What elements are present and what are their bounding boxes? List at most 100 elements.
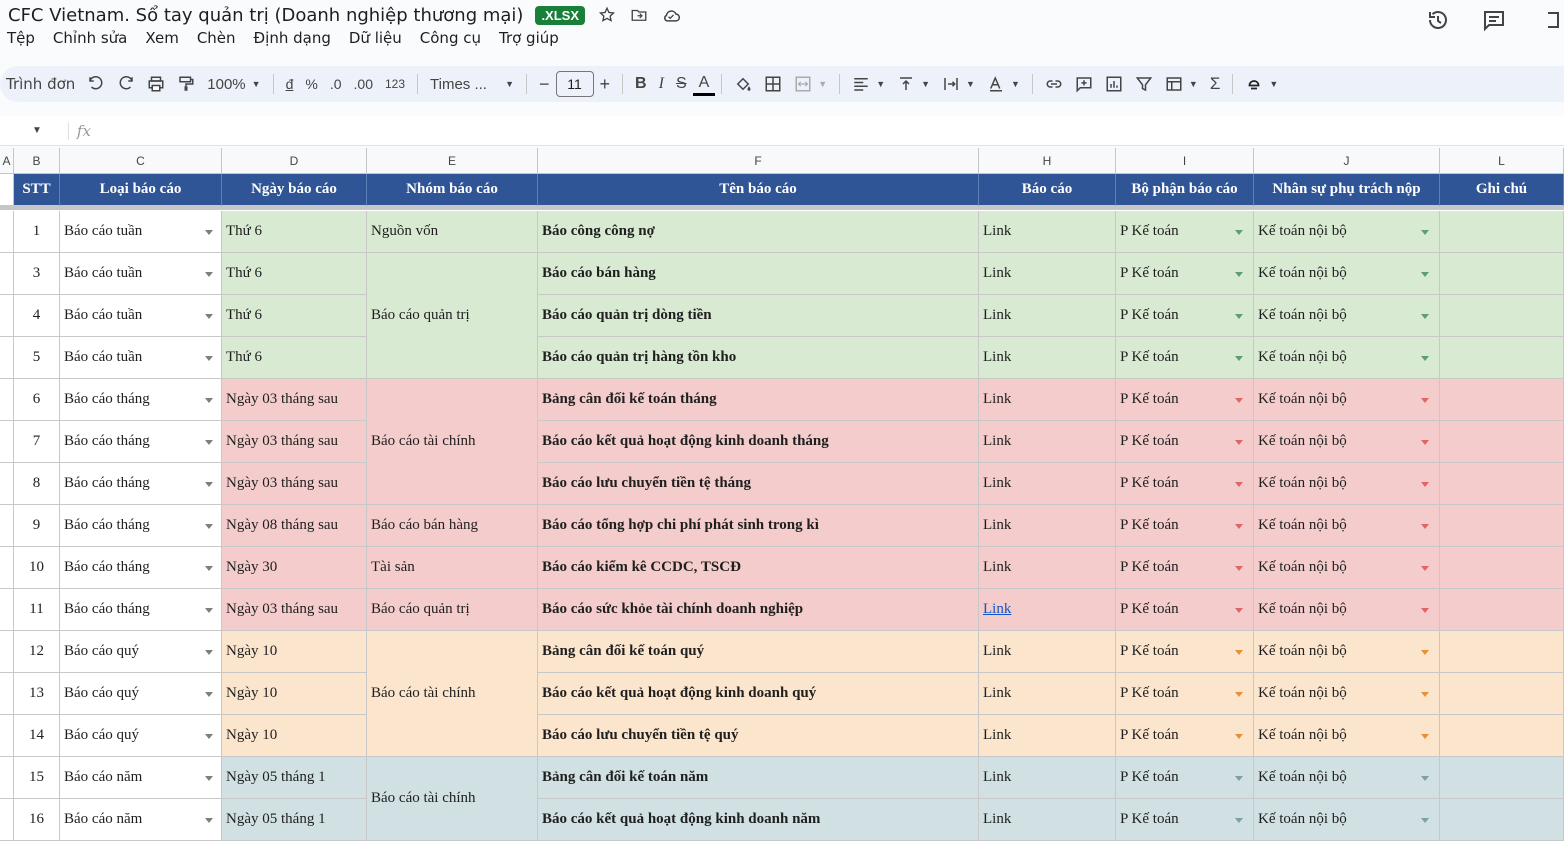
menu-data[interactable]: Dữ liệu: [349, 29, 402, 51]
report-link-cell[interactable]: Link: [979, 673, 1116, 715]
row-header-cell[interactable]: [0, 211, 14, 253]
dropdown-arrow-icon[interactable]: [205, 649, 213, 655]
dropdown-arrow-icon[interactable]: [1235, 817, 1243, 823]
row-header-cell[interactable]: [0, 673, 14, 715]
note-cell[interactable]: [1440, 505, 1564, 547]
note-cell[interactable]: [1440, 337, 1564, 379]
report-type-cell[interactable]: Báo cáo quý: [60, 673, 222, 715]
department-cell[interactable]: P Kế toán: [1116, 547, 1254, 589]
responsible-staff-cell[interactable]: Kế toán nội bộ: [1254, 715, 1440, 757]
report-name-cell[interactable]: Bảng cân đối kế toán quý: [538, 631, 979, 673]
report-type-cell[interactable]: Báo cáo tháng: [60, 379, 222, 421]
insert-link-icon[interactable]: [1039, 70, 1069, 98]
row-header-cell[interactable]: [0, 379, 14, 421]
dropdown-arrow-icon[interactable]: [1235, 229, 1243, 235]
dropdown-arrow-icon[interactable]: [205, 229, 213, 235]
row-header-cell[interactable]: [0, 547, 14, 589]
stt-cell[interactable]: 8: [14, 463, 60, 505]
report-group-cell[interactable]: Báo cáo tài chính: [367, 379, 538, 505]
dropdown-arrow-icon[interactable]: [1421, 775, 1429, 781]
department-cell[interactable]: P Kế toán: [1116, 505, 1254, 547]
dropdown-arrow-icon[interactable]: [205, 481, 213, 487]
dropdown-arrow-icon[interactable]: [1235, 313, 1243, 319]
stt-cell[interactable]: 16: [14, 799, 60, 841]
report-name-cell[interactable]: Báo cáo lưu chuyển tiền tệ tháng: [538, 463, 979, 505]
row-header-cell[interactable]: [0, 757, 14, 799]
dropdown-arrow-icon[interactable]: [1421, 607, 1429, 613]
dropdown-arrow-icon[interactable]: [205, 691, 213, 697]
document-title[interactable]: CFC Vietnam. Sổ tay quản trị (Doanh nghi…: [8, 5, 523, 26]
responsible-staff-cell[interactable]: Kế toán nội bộ: [1254, 547, 1440, 589]
insert-chart-icon[interactable]: [1099, 70, 1129, 98]
responsible-staff-cell[interactable]: Kế toán nội bộ: [1254, 631, 1440, 673]
column-header-a[interactable]: A: [0, 148, 14, 174]
move-folder-icon[interactable]: [629, 5, 649, 25]
note-cell[interactable]: [1440, 379, 1564, 421]
report-group-cell[interactable]: Tài sản: [367, 547, 538, 589]
responsible-staff-cell[interactable]: Kế toán nội bộ: [1254, 463, 1440, 505]
dropdown-arrow-icon[interactable]: [1235, 649, 1243, 655]
font-size-input[interactable]: 11: [555, 71, 594, 97]
dropdown-arrow-icon[interactable]: [1421, 649, 1429, 655]
report-group-cell[interactable]: Báo cáo tài chính: [367, 757, 538, 841]
cloud-status-icon[interactable]: [661, 5, 681, 25]
paint-format-icon[interactable]: [171, 70, 201, 98]
report-link-cell[interactable]: Link: [979, 715, 1116, 757]
report-link-cell[interactable]: Link: [979, 799, 1116, 841]
report-date-cell[interactable]: Ngày 05 tháng 1: [222, 757, 367, 799]
note-cell[interactable]: [1440, 547, 1564, 589]
dropdown-arrow-icon[interactable]: [205, 733, 213, 739]
fill-color-icon[interactable]: [728, 70, 758, 98]
menus-search-button[interactable]: Trình đơn: [0, 70, 81, 98]
dropdown-arrow-icon[interactable]: [1235, 565, 1243, 571]
dropdown-arrow-icon[interactable]: [205, 817, 213, 823]
report-type-cell[interactable]: Báo cáo tuần: [60, 253, 222, 295]
note-cell[interactable]: [1440, 673, 1564, 715]
report-name-cell[interactable]: Bảng cân đối kế toán tháng: [538, 379, 979, 421]
vertical-align-icon[interactable]: ▼: [891, 70, 936, 98]
bold-button[interactable]: B: [629, 70, 653, 98]
report-type-cell[interactable]: Báo cáo tháng: [60, 589, 222, 631]
meet-icon[interactable]: [1536, 6, 1564, 34]
dropdown-arrow-icon[interactable]: [1421, 481, 1429, 487]
undo-icon[interactable]: [81, 70, 111, 98]
menu-format[interactable]: Định dạng: [254, 29, 331, 51]
report-name-cell[interactable]: Báo công công nợ: [538, 211, 979, 253]
version-history-icon[interactable]: [1424, 6, 1452, 34]
report-type-cell[interactable]: Báo cáo tuần: [60, 295, 222, 337]
menu-insert[interactable]: Chèn: [197, 29, 236, 51]
zoom-select[interactable]: 100% ▼: [201, 70, 266, 98]
merge-cells-icon[interactable]: ▼: [788, 70, 833, 98]
note-cell[interactable]: [1440, 295, 1564, 337]
report-group-cell[interactable]: Báo cáo quản trị: [367, 253, 538, 379]
dropdown-arrow-icon[interactable]: [1235, 397, 1243, 403]
row-header-cell[interactable]: [0, 715, 14, 757]
dropdown-arrow-icon[interactable]: [205, 523, 213, 529]
responsible-staff-cell[interactable]: Kế toán nội bộ: [1254, 337, 1440, 379]
responsible-staff-cell[interactable]: Kế toán nội bộ: [1254, 589, 1440, 631]
report-link-cell[interactable]: Link: [979, 631, 1116, 673]
dropdown-arrow-icon[interactable]: [205, 775, 213, 781]
department-cell[interactable]: P Kế toán: [1116, 673, 1254, 715]
increase-decimal-button[interactable]: .00: [348, 70, 379, 98]
row-header-cell[interactable]: [0, 463, 14, 505]
note-cell[interactable]: [1440, 757, 1564, 799]
report-type-cell[interactable]: Báo cáo tuần: [60, 211, 222, 253]
dropdown-arrow-icon[interactable]: [1421, 733, 1429, 739]
table-header-c[interactable]: Loại báo cáo: [60, 174, 222, 206]
department-cell[interactable]: P Kế toán: [1116, 253, 1254, 295]
report-date-cell[interactable]: Ngày 30: [222, 547, 367, 589]
decrease-font-size-button[interactable]: −: [533, 70, 556, 98]
dropdown-arrow-icon[interactable]: [1421, 523, 1429, 529]
dropdown-arrow-icon[interactable]: [1421, 229, 1429, 235]
note-cell[interactable]: [1440, 421, 1564, 463]
filter-views-icon[interactable]: ▼: [1159, 70, 1204, 98]
report-date-cell[interactable]: Ngày 03 tháng sau: [222, 463, 367, 505]
column-header-f[interactable]: F: [538, 148, 979, 174]
note-cell[interactable]: [1440, 463, 1564, 505]
report-date-cell[interactable]: Ngày 05 tháng 1: [222, 799, 367, 841]
report-name-cell[interactable]: Báo cáo kết quả hoạt động kinh doanh năm: [538, 799, 979, 841]
column-header-l[interactable]: L: [1440, 148, 1564, 174]
strikethrough-button[interactable]: S: [670, 70, 693, 98]
report-name-cell[interactable]: Báo cáo bán hàng: [538, 253, 979, 295]
